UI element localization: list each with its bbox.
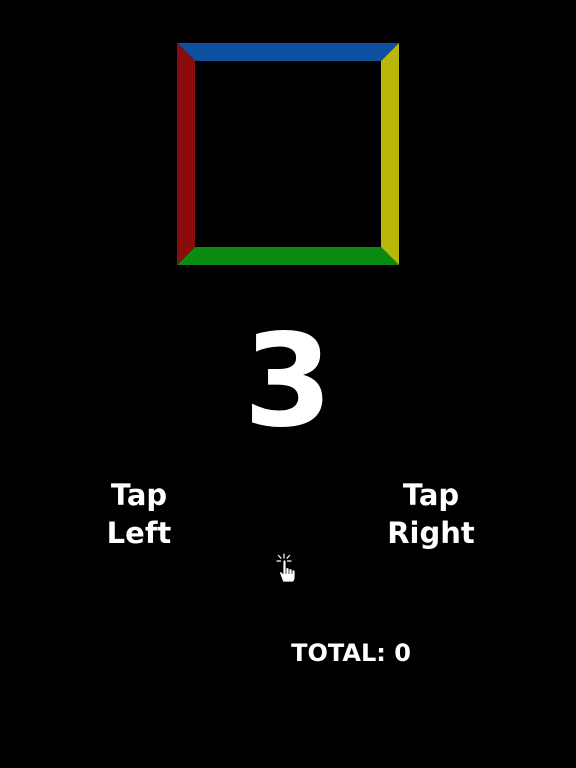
total-score: TOTAL: 0 xyxy=(291,639,411,667)
color-square-frame xyxy=(177,43,399,265)
tap-left-zone[interactable]: Tap Left xyxy=(69,476,209,552)
tap-right-zone[interactable]: Tap Right xyxy=(361,476,501,552)
frame-top-edge xyxy=(177,43,399,61)
tap-hand-icon xyxy=(274,553,304,585)
countdown-number: 3 xyxy=(243,307,333,456)
tap-left-line2: Left xyxy=(106,516,172,550)
tap-left-line1: Tap xyxy=(110,478,168,512)
frame-left-edge xyxy=(177,43,195,265)
tap-right-line1: Tap xyxy=(402,478,460,512)
frame-right-edge xyxy=(381,43,399,265)
frame-bottom-edge xyxy=(177,247,399,265)
tap-right-line2: Right xyxy=(387,516,475,550)
